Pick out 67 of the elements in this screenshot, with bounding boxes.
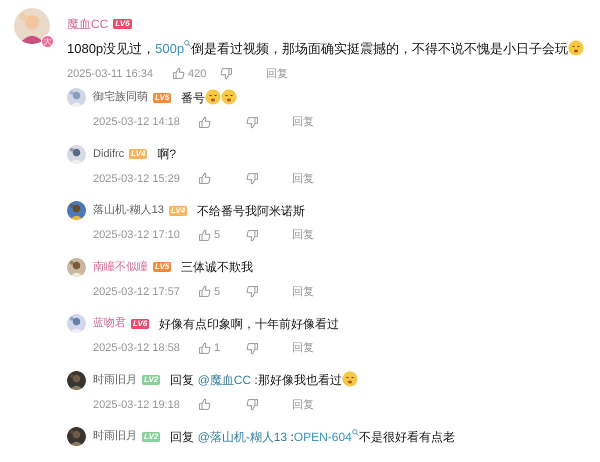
comment-text: 番号: [181, 88, 238, 106]
dislike-icon[interactable]: [246, 342, 259, 355]
dislike-icon[interactable]: [246, 116, 259, 129]
username[interactable]: 南瞳不似瞳: [93, 258, 148, 276]
reply-button[interactable]: 回复: [292, 340, 314, 356]
level-badge: LV5: [153, 262, 172, 272]
like-count: 5: [214, 228, 220, 243]
like-icon[interactable]: [198, 228, 211, 242]
like-count: 5: [214, 284, 220, 300]
timestamp: 2025-03-12 15:29: [93, 172, 181, 186]
reply-button[interactable]: 回复: [292, 284, 314, 300]
reply-button[interactable]: 回复: [266, 66, 288, 82]
level-badge: LV2: [142, 375, 160, 385]
timestamp: 2025-03-12 14:18: [93, 115, 181, 130]
timestamp: 2025-03-12 17:57: [93, 284, 181, 300]
username[interactable]: 时雨旧月: [93, 428, 137, 445]
level-badge: LV4: [129, 149, 148, 159]
search-icon: [352, 428, 359, 436]
like-icon[interactable]: [198, 398, 211, 412]
timestamp: 2025-03-11 16:34: [67, 66, 154, 82]
comment-text: 1080p没见过，500p 倒是看过视频，那场面确实挺震撼的，不得不说不愧是小日子会玩: [67, 39, 600, 58]
like-icon[interactable]: [198, 342, 211, 355]
comment-text: 啊?: [157, 146, 176, 163]
username[interactable]: 御宅族同萌: [93, 89, 148, 106]
like-icon[interactable]: [198, 285, 211, 298]
dislike-icon[interactable]: [246, 172, 259, 186]
timestamp: 2025-03-12 17:10: [93, 228, 181, 243]
vip-badge: 大: [41, 35, 54, 48]
emoji-icon: [205, 88, 222, 104]
mention-link[interactable]: @魔血CC: [198, 373, 252, 387]
level-badge: LV4: [168, 206, 188, 216]
keyword-link[interactable]: OPEN-604: [294, 430, 352, 444]
username[interactable]: 蓝吻君: [93, 315, 126, 332]
comment-text: 三体诚不欺我: [181, 259, 254, 276]
level-badge: LV5: [153, 92, 172, 102]
timestamp: 2025-03-12 19:18: [93, 398, 181, 412]
emoji-icon: [342, 371, 358, 387]
like-icon[interactable]: [198, 172, 211, 186]
keyword-link[interactable]: 500p: [155, 41, 184, 56]
dislike-icon[interactable]: [246, 285, 259, 298]
emoji-icon: [221, 88, 238, 104]
like-icon[interactable]: [172, 67, 185, 80]
username[interactable]: 时雨旧月: [93, 372, 137, 388]
like-icon[interactable]: [198, 116, 211, 129]
comment-text: 好像有点印象啊，十年前好像看过: [159, 316, 340, 332]
mention-link[interactable]: @落山机-糊人13: [198, 430, 288, 444]
username[interactable]: Didifrc: [93, 146, 124, 162]
reply-button[interactable]: 回复: [292, 114, 314, 130]
timestamp: 2025-03-12 18:58: [93, 341, 181, 356]
like-count: 1: [214, 341, 220, 356]
comment-text: 回复 @魔血CC :那好像我也看过: [170, 371, 358, 389]
reply-button[interactable]: 回复: [292, 396, 314, 413]
comment-text: 回复 @落山机-糊人13 :OPEN-604 不是很好看有点老: [170, 428, 455, 446]
comment-text: 不给番号我阿米诺斯: [197, 202, 306, 220]
reply-button[interactable]: 回复: [292, 227, 314, 244]
search-icon: [184, 40, 192, 47]
username[interactable]: 落山机-糊人13: [93, 202, 164, 219]
dislike-icon[interactable]: [246, 398, 259, 412]
emoji-icon: [568, 40, 584, 56]
level-badge: LV2: [142, 432, 160, 442]
level-badge: LV6: [113, 19, 132, 29]
dislike-icon[interactable]: [220, 67, 233, 80]
level-badge: LV6: [131, 318, 150, 328]
dislike-icon[interactable]: [246, 228, 259, 242]
username[interactable]: 魔血CC: [67, 15, 108, 33]
like-count: 420: [188, 66, 206, 82]
reply-button[interactable]: 回复: [292, 170, 314, 187]
